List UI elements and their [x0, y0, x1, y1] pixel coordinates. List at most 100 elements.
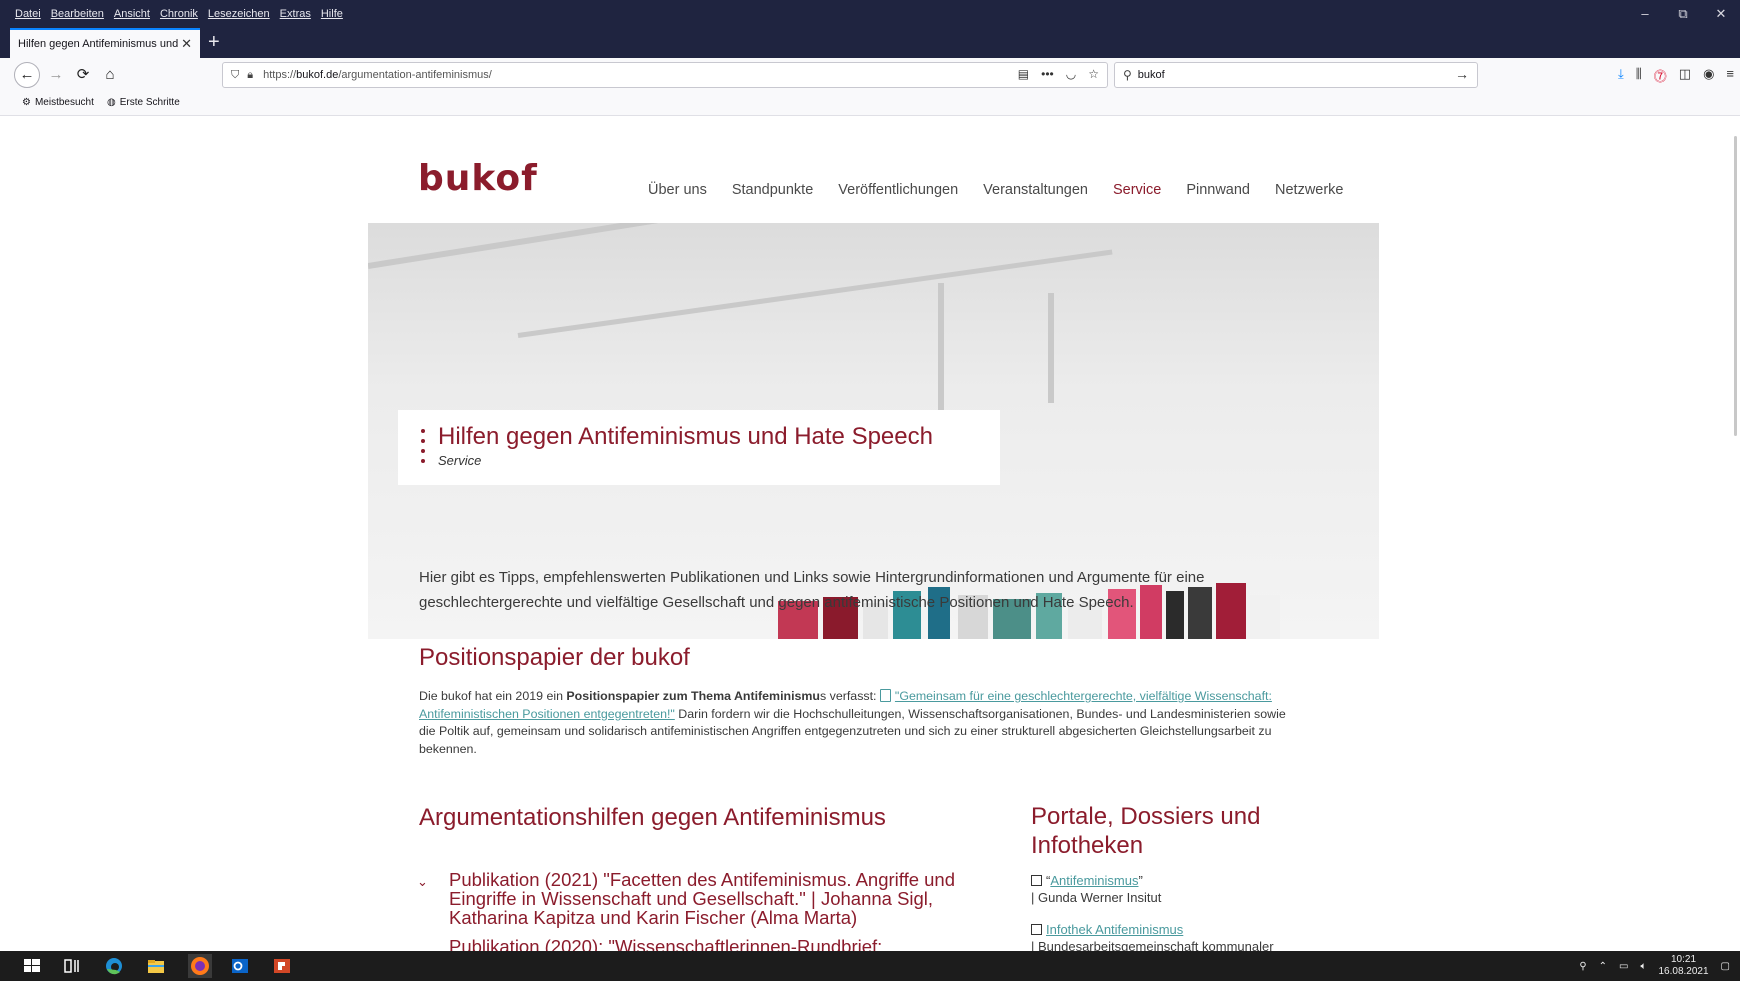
bookmark-label: Meistbesucht	[34, 97, 94, 108]
menu-chronik[interactable]: Chronik	[160, 8, 198, 20]
people-icon[interactable]: ⚲	[1579, 961, 1586, 972]
scrollbar-thumb[interactable]	[1734, 136, 1737, 436]
pdf-icon	[879, 689, 891, 702]
network-icon[interactable]: ▭	[1619, 961, 1628, 972]
bookmark-star-icon[interactable]: ☆	[1088, 67, 1099, 81]
position-text: Die bukof hat ein 2019 ein Positionspapi…	[419, 689, 1286, 756]
portal-link-item: Infothek Antifeminismus | Bundesarbeitsg…	[1031, 921, 1274, 951]
forward-button[interactable]: →	[44, 63, 68, 87]
nav-netzwerke[interactable]: Netzwerke	[1275, 182, 1344, 198]
nav-service[interactable]: Service	[1113, 182, 1161, 198]
more-actions-icon[interactable]: •••	[1041, 67, 1054, 81]
menu-datei[interactable]: Datei	[15, 8, 41, 20]
close-window-button[interactable]: ✕	[1702, 6, 1740, 22]
bookmark-label: Erste Schritte	[119, 97, 180, 108]
hero-rail	[517, 249, 1113, 338]
menu-extras[interactable]: Extras	[280, 8, 311, 20]
accordion-item[interactable]: Publikation (2020): "Wissenschaftlerinne…	[449, 937, 1009, 951]
menu-ansicht[interactable]: Ansicht	[114, 8, 150, 20]
nav-veranstaltungen[interactable]: Veranstaltungen	[983, 182, 1088, 198]
edge-icon[interactable]	[104, 957, 124, 975]
portal-link-item: “Antifeminismus” | Gunda Werner Insitut	[1031, 873, 1162, 905]
window-controls: – ⧉ ✕	[1626, 6, 1740, 22]
shield-icon[interactable]: ⛉	[231, 69, 239, 82]
chevron-down-icon[interactable]: ⌄	[417, 874, 428, 890]
restore-button[interactable]: ⧉	[1664, 6, 1702, 22]
outlook-icon[interactable]	[230, 957, 250, 975]
taskbar: ⚲ ⌃ ▭ 🔈︎ 10:21 16.08.2021 ▢	[0, 951, 1740, 981]
gear-icon: ⚙	[22, 97, 31, 108]
reload-button[interactable]: ⟳	[71, 63, 95, 87]
account-icon[interactable]: ◉	[1703, 66, 1714, 85]
new-tab-button[interactable]: +	[208, 31, 220, 54]
pocket-icon[interactable]: ◡	[1066, 67, 1076, 81]
volume-icon[interactable]: 🔈︎	[1640, 961, 1646, 972]
web-page: bukof Über uns Standpunkte Veröffentlich…	[0, 116, 1740, 951]
section-title-position: Positionspapier der bukof	[419, 644, 690, 671]
clock[interactable]: 10:21 16.08.2021	[1658, 954, 1708, 978]
tab-title: Hilfen gegen Antifeminismus und Hate Spe…	[18, 38, 178, 50]
sidebar-icon[interactable]: ◫	[1679, 66, 1691, 85]
menu-hilfe[interactable]: Hilfe	[321, 8, 343, 20]
intro-text: Hier gibt es Tipps, empfehlenswerten Pub…	[419, 569, 1205, 611]
nav-veroeffentlichungen[interactable]: Veröffentlichungen	[838, 182, 958, 198]
menu-list: Datei Bearbeiten Ansicht Chronik Lesezei…	[15, 8, 343, 20]
nav-standpunkte[interactable]: Standpunkte	[732, 182, 813, 198]
close-tab-icon[interactable]: ✕	[181, 36, 192, 52]
reader-view-icon[interactable]: ▤	[1018, 67, 1029, 81]
minimize-button[interactable]: –	[1626, 6, 1664, 22]
hero-post	[938, 283, 944, 423]
toolbar-icons: ⤓ ⫼ ⓻ ◫ ◉ ≡	[1618, 66, 1740, 85]
clock-date: 16.08.2021	[1658, 966, 1709, 977]
extension-icon[interactable]: ⓻	[1654, 66, 1667, 85]
clock-time: 10:21	[1671, 954, 1697, 965]
tab-strip: Hilfen gegen Antifeminismus und Hate Spe…	[0, 28, 1740, 58]
external-link-icon	[1031, 924, 1042, 935]
lock-icon[interactable]: 🔒︎	[247, 69, 253, 82]
hero-post	[1048, 293, 1054, 403]
bookmark-meistbesucht[interactable]: ⚙ Meistbesucht	[22, 97, 94, 108]
nav-ueber-uns[interactable]: Über uns	[648, 182, 707, 198]
nav-pinnwand[interactable]: Pinnwand	[1186, 182, 1250, 198]
windows-start-icon[interactable]	[22, 957, 42, 975]
site-logo[interactable]: bukof	[418, 158, 538, 199]
section-title-arguments: Argumentationshilfen gegen Antifeminismu…	[419, 804, 886, 831]
home-button[interactable]: ⌂	[98, 63, 122, 87]
search-bar[interactable]: ⚲ bukof →	[1114, 62, 1478, 88]
portal-link[interactable]: Antifeminismus	[1050, 873, 1138, 888]
library-icon[interactable]: ⫼	[1636, 66, 1642, 85]
hamburger-menu-icon[interactable]: ≡	[1726, 66, 1734, 85]
powerpoint-icon[interactable]	[272, 957, 292, 975]
globe-icon: ◍	[107, 97, 116, 108]
notification-icon[interactable]: ▢	[1721, 961, 1730, 972]
bookmarks-bar: ⚙ Meistbesucht ◍ Erste Schritte	[0, 92, 1740, 116]
search-go-icon[interactable]: →	[1455, 66, 1469, 82]
tab-active[interactable]: Hilfen gegen Antifeminismus und Hate Spe…	[10, 28, 200, 58]
menu-lesezeichen[interactable]: Lesezeichen	[208, 8, 270, 20]
bookmark-erste-schritte[interactable]: ◍ Erste Schritte	[107, 97, 180, 108]
accordion-item[interactable]: Publikation (2021) "Facetten des Antifem…	[449, 870, 1009, 927]
hero-rail	[368, 223, 1060, 269]
menu-bar: Datei Bearbeiten Ansicht Chronik Lesezei…	[0, 0, 1740, 28]
tray-chevron-icon[interactable]: ⌃	[1599, 961, 1607, 972]
file-explorer-icon[interactable]	[146, 957, 166, 975]
page-category: Service	[438, 453, 482, 468]
vertical-dots-icon	[421, 429, 425, 469]
search-input[interactable]: bukof	[1138, 69, 1165, 81]
system-tray: ⚲ ⌃ ▭ 🔈︎ 10:21 16.08.2021 ▢	[1579, 954, 1730, 978]
download-icon[interactable]: ⤓	[1618, 66, 1624, 85]
page-scrollbar[interactable]	[1726, 116, 1740, 951]
search-icon: ⚲	[1123, 68, 1132, 82]
url-bar[interactable]: ⛉ 🔒︎ https://bukof.de/argumentation-anti…	[222, 62, 1108, 88]
back-button[interactable]: ←	[14, 62, 40, 88]
external-link-icon	[1031, 875, 1042, 886]
portal-source: | Bundesarbeitsgemeinschaft kommunaler	[1031, 939, 1274, 951]
task-view-icon[interactable]	[62, 957, 82, 975]
screen: Datei Bearbeiten Ansicht Chronik Lesezei…	[0, 0, 1740, 981]
section-title-portals: Portale, Dossiers und Infotheken	[1031, 803, 1261, 859]
portal-link[interactable]: Infothek Antifeminismus	[1046, 922, 1183, 937]
firefox-icon[interactable]	[188, 954, 212, 978]
page-title: Hilfen gegen Antifeminismus und Hate Spe…	[438, 423, 933, 450]
url-text[interactable]: https://bukof.de/argumentation-antifemin…	[263, 69, 492, 81]
menu-bearbeiten[interactable]: Bearbeiten	[51, 8, 104, 20]
